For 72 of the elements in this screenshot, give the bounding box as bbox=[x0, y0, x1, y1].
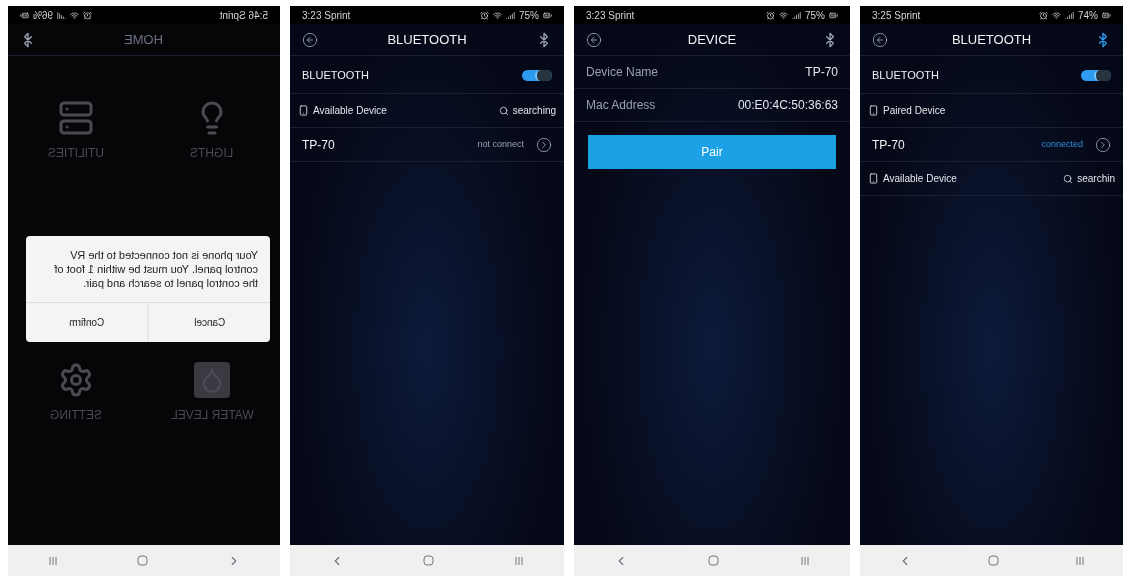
signal-icon bbox=[57, 10, 66, 20]
field-label: Mac Address bbox=[586, 97, 656, 114]
field-value: TP-70 bbox=[805, 64, 838, 81]
wifi-icon bbox=[70, 10, 79, 20]
field-value: 00:E0:4C:50:36:63 bbox=[737, 97, 838, 114]
signal-icon bbox=[792, 10, 801, 20]
status-carrier: 3:23 Sprint bbox=[302, 8, 351, 23]
dialog-button[interactable]: Cancel bbox=[147, 303, 270, 342]
screen-title: DEVICE bbox=[687, 30, 737, 49]
battery-icon bbox=[1102, 10, 1111, 20]
battery-icon bbox=[829, 10, 838, 20]
screen-title: HOME bbox=[123, 30, 163, 49]
search-status: searching bbox=[512, 104, 556, 118]
alarm-icon bbox=[766, 10, 775, 20]
device-name: TP-70 bbox=[302, 136, 335, 154]
connection-status: not connect bbox=[477, 137, 524, 151]
bluetooth-toggle[interactable] bbox=[1081, 70, 1111, 81]
status-carrier: 3:23 Sprint bbox=[586, 8, 635, 23]
tile-label[interactable]: UTILITIES bbox=[48, 144, 104, 162]
home-nav-icon[interactable] bbox=[708, 555, 720, 566]
section-label: Available Device bbox=[313, 104, 387, 118]
back-button[interactable] bbox=[586, 31, 602, 48]
chevron-icon bbox=[536, 136, 552, 153]
battery-icon bbox=[20, 10, 29, 20]
alarm-icon bbox=[480, 10, 489, 20]
chevron-icon bbox=[1095, 136, 1111, 153]
alarm-icon bbox=[83, 10, 92, 20]
toggle-label: BLUETOOTH bbox=[872, 68, 940, 84]
home-nav-icon[interactable] bbox=[423, 555, 435, 566]
tile-label[interactable]: SETTING bbox=[50, 406, 102, 424]
battery-percent: 75% bbox=[519, 8, 539, 23]
signal-icon bbox=[1065, 10, 1074, 20]
phone-icon bbox=[868, 173, 879, 184]
field-label: Device Name bbox=[586, 64, 659, 81]
battery-percent: 96% bbox=[33, 8, 53, 23]
pair-button[interactable]: Pair bbox=[588, 135, 836, 169]
search-icon bbox=[498, 105, 509, 116]
battery-percent: 74% bbox=[1078, 8, 1098, 23]
bluetooth-toggle[interactable] bbox=[522, 70, 552, 81]
battery-percent: 75% bbox=[805, 8, 825, 23]
wifi-icon bbox=[779, 10, 788, 20]
device-row[interactable]: TP-70 not connect bbox=[290, 128, 564, 162]
search-icon bbox=[1063, 173, 1074, 184]
screen-title: BLUETOOTH bbox=[951, 30, 1032, 49]
signal-icon bbox=[506, 10, 515, 20]
back-button[interactable] bbox=[302, 31, 318, 48]
home-nav-icon[interactable] bbox=[988, 555, 999, 566]
phone-icon bbox=[868, 105, 879, 116]
toggle-label: BLUETOOTH bbox=[302, 68, 370, 84]
phone-icon bbox=[298, 105, 309, 116]
dialog-button[interactable]: Confirm bbox=[26, 303, 148, 342]
settings-icon bbox=[58, 362, 94, 398]
tile-label[interactable]: WATER LEVEL bbox=[170, 406, 254, 424]
device-name: TP-70 bbox=[872, 136, 905, 154]
home-nav-icon[interactable] bbox=[136, 555, 148, 566]
status-carrier: 3:25 Sprint bbox=[872, 8, 921, 23]
section-label: Paired Device bbox=[883, 104, 946, 118]
wifi-icon bbox=[493, 10, 502, 20]
status-carrier: 5:46 Sprint bbox=[219, 8, 268, 23]
back-button[interactable] bbox=[872, 31, 888, 48]
water-drop-icon bbox=[194, 362, 230, 398]
alarm-icon bbox=[1039, 10, 1048, 20]
tile-label[interactable]: LIGHTS bbox=[190, 144, 234, 162]
dialog-message: Your phone is not connected to the RV control panel. You must be within 1 foot of the control panel to search and pair. bbox=[53, 248, 259, 291]
connection-status: connected bbox=[1041, 137, 1083, 151]
screen-title: BLUETOOTH bbox=[387, 30, 467, 49]
wifi-icon bbox=[1052, 10, 1061, 20]
battery-icon bbox=[543, 10, 552, 20]
search-status: searchin bbox=[1077, 172, 1115, 186]
section-label: Available Device bbox=[883, 172, 957, 186]
device-row[interactable]: TP-70 connected bbox=[860, 128, 1123, 162]
appliance-icon bbox=[58, 100, 94, 136]
